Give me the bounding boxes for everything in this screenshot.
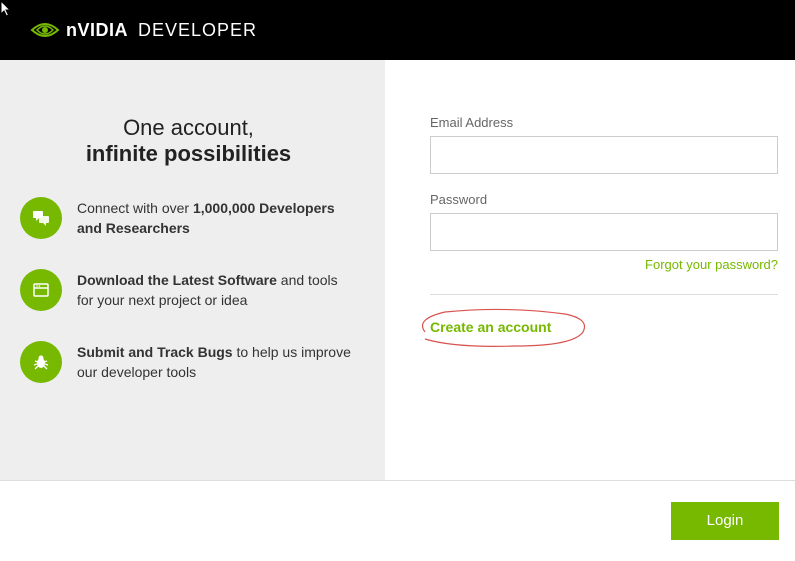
feature-text: Download the Latest Software and tools f…: [77, 269, 357, 310]
divider: [430, 294, 778, 295]
tagline-line2: infinite possibilities: [20, 141, 357, 167]
feature-connect: Connect with over 1,000,000 Developers a…: [20, 197, 357, 239]
bug-icon: [20, 341, 62, 383]
forgot-password-link[interactable]: Forgot your password?: [430, 257, 778, 272]
login-button[interactable]: Login: [671, 502, 779, 540]
feature-text: Connect with over 1,000,000 Developers a…: [77, 197, 357, 238]
tagline-line1: One account,: [20, 115, 357, 141]
email-field[interactable]: [430, 136, 778, 174]
brand-subtitle: DEVELOPER: [138, 20, 257, 41]
footer-bar: Login: [0, 480, 795, 560]
brand-name: nVIDIA: [66, 20, 128, 41]
left-panel: One account, infinite possibilities Conn…: [0, 60, 385, 480]
password-group: Password Forgot your password?: [430, 192, 779, 272]
tagline: One account, infinite possibilities: [20, 115, 357, 167]
nvidia-logo[interactable]: nVIDIA DEVELOPER: [30, 20, 257, 41]
password-label: Password: [430, 192, 779, 207]
header-bar: nVIDIA DEVELOPER: [0, 0, 795, 60]
create-account-link[interactable]: Create an account: [430, 319, 551, 335]
email-label: Email Address: [430, 115, 779, 130]
chat-icon: [20, 197, 62, 239]
password-field[interactable]: [430, 213, 778, 251]
login-form: Email Address Password Forgot your passw…: [385, 60, 795, 480]
email-group: Email Address: [430, 115, 779, 174]
feature-bugs: Submit and Track Bugs to help us improve…: [20, 341, 357, 383]
feature-download: Download the Latest Software and tools f…: [20, 269, 357, 311]
window-icon: [20, 269, 62, 311]
main-content: One account, infinite possibilities Conn…: [0, 60, 795, 480]
feature-text: Submit and Track Bugs to help us improve…: [77, 341, 357, 382]
nvidia-eye-icon: [30, 20, 60, 40]
create-account-wrap: Create an account: [430, 319, 551, 337]
